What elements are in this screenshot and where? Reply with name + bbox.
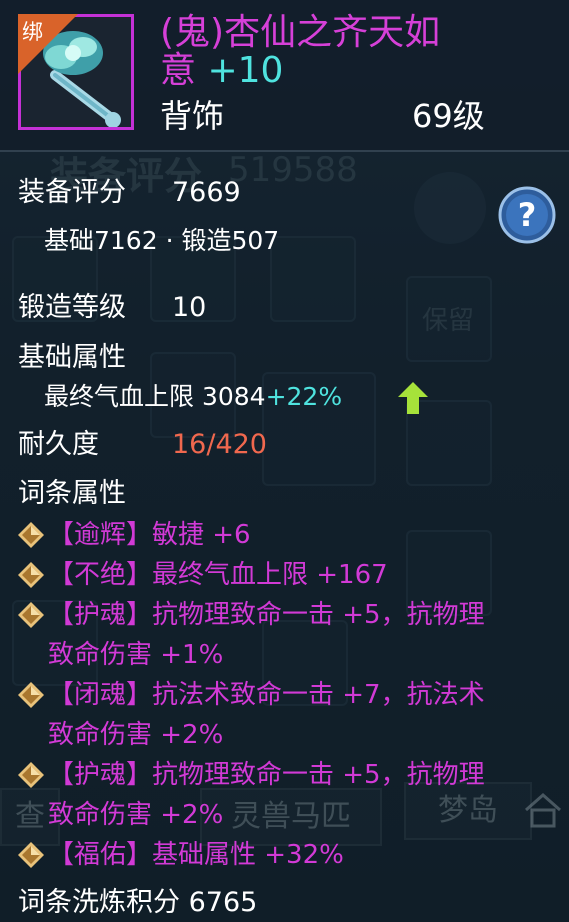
item-name-suffix: 意 [160, 50, 197, 91]
affix-line: 【福佑】基础属性 +32% [48, 840, 344, 870]
diamond-bullet-icon [18, 762, 44, 788]
up-arrow-icon [398, 382, 428, 414]
affix-line: 【不绝】最终气血上限 +167 [48, 560, 388, 590]
diamond-bullet-icon [18, 682, 44, 708]
wash-label: 词条洗炼积分 [18, 887, 180, 918]
svg-text:?: ? [518, 196, 537, 234]
item-name-line1: (鬼)杏仙之齐天如 [160, 12, 441, 53]
score-value: 7669 [172, 177, 241, 208]
affix-line-continued: 致命伤害 +2% [48, 800, 224, 830]
base-attr-line: 最终气血上限 3084+22% [44, 381, 342, 413]
affix-line: 【逾辉】敏捷 +6 [48, 520, 251, 550]
item-slot: 背饰 [160, 97, 225, 135]
score-label: 装备评分 [18, 177, 126, 208]
durability-value: 16/420 [172, 429, 267, 460]
base-attr-bonus: +22% [265, 382, 343, 411]
diamond-bullet-icon [18, 562, 44, 588]
affix-label: 词条属性 [18, 478, 126, 509]
base-attr-stat: 最终气血上限 3084 [44, 382, 266, 411]
affix-line: 【闭魂】抗法术致命一击 +7，抗法术 [48, 680, 485, 710]
affix-line: 【护魂】抗物理致命一击 +5，抗物理 [48, 760, 485, 790]
diamond-bullet-icon [18, 602, 44, 628]
wash-value: 6765 [188, 887, 258, 918]
wash-points: 词条洗炼积分 6765 [18, 886, 257, 920]
game-screen: 装备评分 519588 保留 查 灵兽马匹 梦岛 绑 (鬼)杏仙之齐天如 意 +… [0, 0, 569, 922]
forge-label: 锻造等级 [18, 292, 126, 323]
enhance-level: +10 [207, 50, 284, 91]
bind-badge: 绑 [18, 14, 78, 74]
item-name-line2: 意 +10 [160, 50, 283, 92]
durability-label: 耐久度 [18, 429, 99, 460]
affix-line: 【护魂】抗物理致命一击 +5，抗物理 [48, 600, 485, 630]
score-breakdown: 基础7162 · 锻造507 [44, 226, 280, 255]
base-attr-label: 基础属性 [18, 342, 126, 373]
help-button[interactable]: ? [498, 186, 556, 244]
affix-line-continued: 致命伤害 +2% [48, 720, 224, 750]
item-level: 69级 [412, 97, 485, 135]
bind-badge-text: 绑 [22, 20, 43, 44]
affix-line-continued: 致命伤害 +1% [48, 640, 224, 670]
forge-value: 10 [172, 292, 207, 323]
item-tooltip: 绑 (鬼)杏仙之齐天如 意 +10 背饰 69级 ? 装备评分 7669 基础7… [0, 0, 569, 922]
diamond-bullet-icon [18, 842, 44, 868]
question-icon: ? [498, 186, 556, 244]
diamond-bullet-icon [18, 522, 44, 548]
